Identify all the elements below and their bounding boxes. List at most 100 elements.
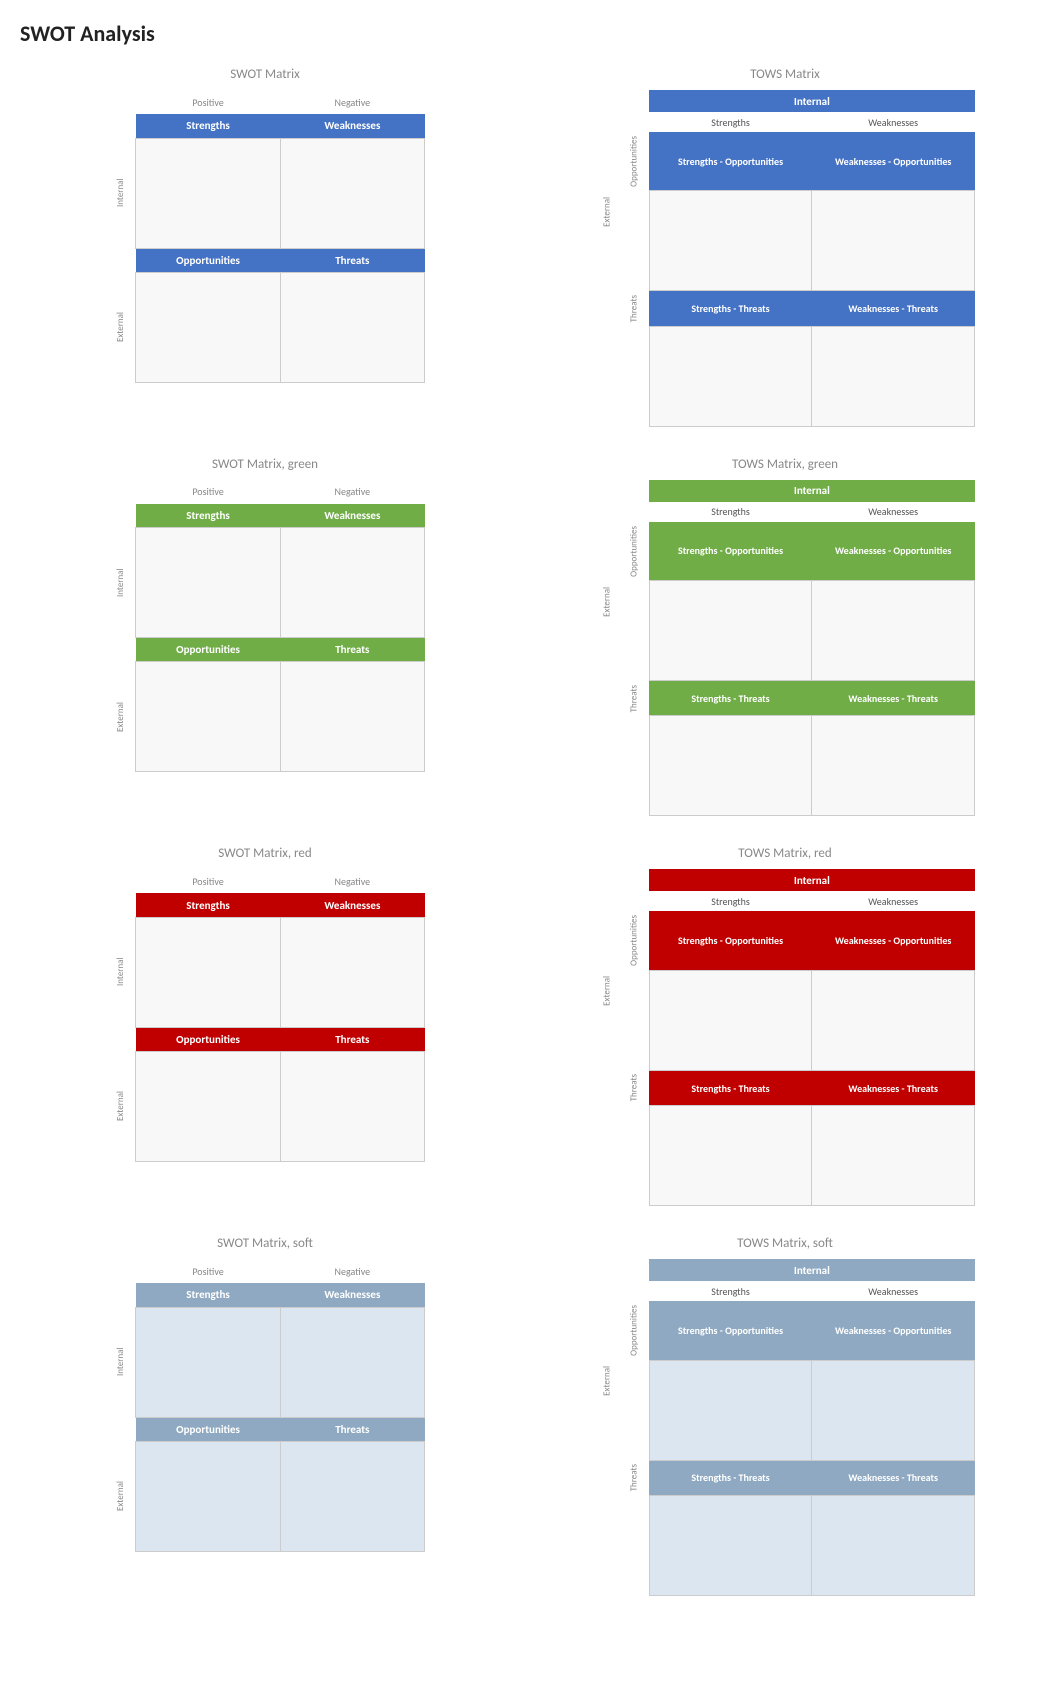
tows-g-so-header: Strengths - Opportunities <box>649 522 812 581</box>
swot-green-title: SWOT Matrix, green <box>212 457 318 472</box>
swot-internal-label: Internal <box>105 138 136 248</box>
tows-weaknesses-col: Weaknesses <box>812 112 975 132</box>
swot-negative-label: Negative <box>280 90 424 114</box>
swot-green-block: SWOT Matrix, green Positive Negative Str… <box>20 457 510 773</box>
swot-r-weaknesses-cell <box>280 917 424 1027</box>
tows-g-so-cell <box>649 581 812 681</box>
swot-soft-block: SWOT Matrix, soft Positive Negative Stre… <box>20 1236 510 1552</box>
tows-r-st-cell <box>649 1106 812 1206</box>
swot-r-weaknesses-header: Weaknesses <box>280 893 424 917</box>
tows-r-so-header: Strengths - Opportunities <box>649 911 812 970</box>
swot-positive-label: Positive <box>136 90 280 114</box>
swot-s-threats-header: Threats <box>280 1417 424 1441</box>
swot-r-opportunities-cell <box>136 1051 280 1161</box>
tows-opportunities-label: Opportunities <box>619 132 649 191</box>
swot-g-weaknesses-cell <box>280 528 424 638</box>
swot-r-internal-label: Internal <box>105 917 136 1027</box>
row-3: SWOT Matrix, red Positive Negative Stren… <box>20 846 1030 1206</box>
swot-red-table: Positive Negative Strengths Weaknesses I… <box>105 869 425 1162</box>
tows-s-so-cell <box>649 1360 812 1460</box>
swot-r-strengths-header: Strengths <box>136 893 280 917</box>
swot-g-strengths-cell <box>136 528 280 638</box>
tows-blue-block: TOWS Matrix Internal Strengths Weaknesse… <box>540 67 1030 427</box>
swot-weaknesses-header: Weaknesses <box>280 114 424 138</box>
swot-strengths-header: Strengths <box>136 114 280 138</box>
swot-s-strengths-header: Strengths <box>136 1283 280 1307</box>
tows-r-wo-header: Weaknesses - Opportunities <box>812 911 975 970</box>
page-layout: SWOT Matrix Positive Negative Strengths … <box>20 67 1030 1596</box>
swot-r-positive-label: Positive <box>136 869 280 893</box>
swot-red-title: SWOT Matrix, red <box>218 846 311 861</box>
swot-r-threats-cell <box>280 1051 424 1161</box>
tows-red-block: TOWS Matrix, red Internal Strengths Weak… <box>540 846 1030 1206</box>
tows-g-wt-header: Weaknesses - Threats <box>812 681 975 716</box>
tows-s-st-header: Strengths - Threats <box>649 1460 812 1495</box>
swot-g-opportunities-header: Opportunities <box>136 638 280 662</box>
swot-g-external-label: External <box>105 662 136 772</box>
tows-r-threats-label: Threats <box>619 1070 649 1105</box>
tows-blue-title: TOWS Matrix <box>750 67 820 82</box>
swot-s-strengths-cell <box>136 1307 280 1417</box>
tows-r-st-header: Strengths - Threats <box>649 1070 812 1105</box>
swot-s-external-label: External <box>105 1441 136 1551</box>
tows-wo-header: Weaknesses - Opportunities <box>812 132 975 191</box>
tows-green-table: Internal Strengths Weaknesses External O… <box>595 480 975 817</box>
row-4: SWOT Matrix, soft Positive Negative Stre… <box>20 1236 1030 1596</box>
swot-s-positive-label: Positive <box>136 1259 280 1283</box>
swot-s-internal-label: Internal <box>105 1307 136 1417</box>
tows-g-strengths-col: Strengths <box>649 502 812 522</box>
swot-r-external-label: External <box>105 1051 136 1161</box>
swot-s-weaknesses-header: Weaknesses <box>280 1283 424 1307</box>
swot-soft-table: Positive Negative Strengths Weaknesses I… <box>105 1259 425 1552</box>
tows-g-weaknesses-col: Weaknesses <box>812 502 975 522</box>
swot-external-label: External <box>105 272 136 382</box>
tows-r-wt-cell <box>812 1106 975 1206</box>
tows-g-opportunities-label: Opportunities <box>619 522 649 581</box>
swot-threats-cell <box>280 272 424 382</box>
tows-r-strengths-col: Strengths <box>649 891 812 911</box>
tows-s-threats-label: Threats <box>619 1460 649 1495</box>
swot-blue-block: SWOT Matrix Positive Negative Strengths … <box>20 67 510 383</box>
swot-g-threats-header: Threats <box>280 638 424 662</box>
swot-threats-header: Threats <box>280 248 424 272</box>
swot-g-negative-label: Negative <box>280 480 424 504</box>
tows-soft-table: Internal Strengths Weaknesses External O… <box>595 1259 975 1596</box>
tows-external-label: External <box>595 132 619 291</box>
swot-green-table: Positive Negative Strengths Weaknesses I… <box>105 480 425 773</box>
tows-soft-title: TOWS Matrix, soft <box>737 1236 833 1251</box>
swot-s-opportunities-header: Opportunities <box>136 1417 280 1441</box>
tows-g-internal-header: Internal <box>649 480 974 502</box>
swot-opportunities-header: Opportunities <box>136 248 280 272</box>
swot-r-threats-header: Threats <box>280 1027 424 1051</box>
swot-g-internal-label: Internal <box>105 528 136 638</box>
tows-g-wo-header: Weaknesses - Opportunities <box>812 522 975 581</box>
tows-g-st-header: Strengths - Threats <box>649 681 812 716</box>
tows-st-header: Strengths - Threats <box>649 291 812 326</box>
tows-s-wo-cell <box>812 1360 975 1460</box>
tows-internal-header: Internal <box>649 90 974 112</box>
tows-s-internal-header: Internal <box>649 1259 974 1281</box>
tows-g-threats-label: Threats <box>619 681 649 716</box>
swot-s-threats-cell <box>280 1441 424 1551</box>
tows-g-wo-cell <box>812 581 975 681</box>
page-title: SWOT Analysis <box>20 20 1030 47</box>
tows-s-wt-cell <box>812 1495 975 1595</box>
tows-r-weaknesses-col: Weaknesses <box>812 891 975 911</box>
tows-s-wt-header: Weaknesses - Threats <box>812 1460 975 1495</box>
swot-r-opportunities-header: Opportunities <box>136 1027 280 1051</box>
swot-g-weaknesses-header: Weaknesses <box>280 504 424 528</box>
swot-weaknesses-cell <box>280 138 424 248</box>
swot-g-positive-label: Positive <box>136 480 280 504</box>
tows-g-wt-cell <box>812 716 975 816</box>
tows-r-wt-header: Weaknesses - Threats <box>812 1070 975 1105</box>
swot-strengths-cell <box>136 138 280 248</box>
swot-opportunities-cell <box>136 272 280 382</box>
swot-g-opportunities-cell <box>136 662 280 772</box>
row-1: SWOT Matrix Positive Negative Strengths … <box>20 67 1030 427</box>
tows-so-cell <box>649 191 812 291</box>
tows-s-weaknesses-col: Weaknesses <box>812 1281 975 1301</box>
tows-g-st-cell <box>649 716 812 816</box>
tows-s-strengths-col: Strengths <box>649 1281 812 1301</box>
tows-red-table: Internal Strengths Weaknesses External O… <box>595 869 975 1206</box>
tows-r-wo-cell <box>812 970 975 1070</box>
